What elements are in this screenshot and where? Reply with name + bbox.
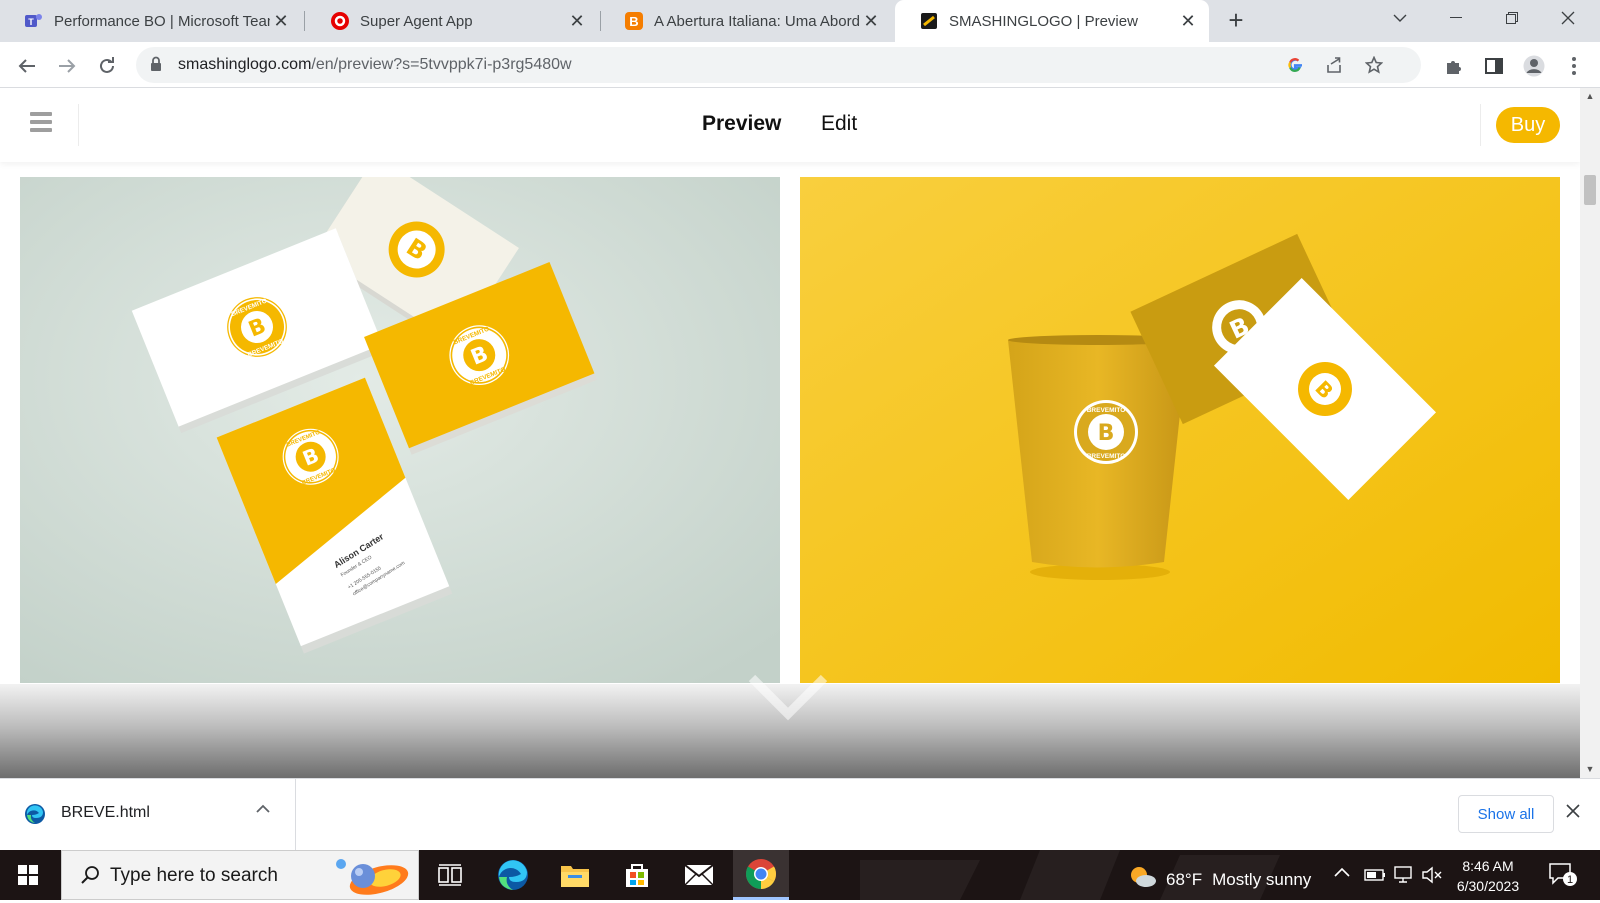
tab-super-agent[interactable]: Super Agent App ✕: [306, 0, 598, 42]
url-domain: smashinglogo.com: [178, 56, 312, 73]
tab-strip: T Performance BO | Microsoft Teams ✕ Sup…: [0, 0, 1600, 42]
smashinglogo-icon: [919, 11, 939, 31]
cup-mockup[interactable]: B BREVEMITO BREVEMITO B B: [800, 177, 1560, 683]
page-scrollbar[interactable]: ▲ ▼: [1580, 88, 1600, 778]
back-arrow-icon[interactable]: [11, 50, 43, 82]
weather-temperature: 68°F: [1166, 869, 1203, 889]
network-icon[interactable]: [1394, 866, 1416, 887]
notification-count: 1: [1567, 874, 1573, 886]
tab-abertura[interactable]: B A Abertura Italiana: Uma Abordagem ✕: [600, 0, 892, 42]
share-icon[interactable]: [1324, 55, 1344, 75]
profile-avatar-icon[interactable]: [1522, 54, 1546, 78]
search-placeholder: Type here to search: [110, 865, 278, 886]
nav-edit[interactable]: Edit: [821, 112, 857, 136]
scroll-down-chevron-icon[interactable]: [748, 670, 828, 730]
mail-icon[interactable]: [671, 850, 727, 900]
page-viewport: Preview Edit Buy B BREVEMITO BREVEMITO: [0, 88, 1580, 778]
tab-title: SMASHINGLOGO | Preview: [949, 12, 1138, 30]
battery-icon[interactable]: [1364, 868, 1386, 885]
side-panel-icon[interactable]: [1482, 54, 1506, 78]
blogger-icon: B: [624, 11, 644, 31]
scroll-up-arrow-icon[interactable]: ▲: [1584, 91, 1596, 103]
header-divider: [78, 104, 79, 146]
download-file-name: BREVE.html: [61, 804, 150, 821]
taskbar-search[interactable]: Type here to search: [61, 850, 419, 900]
business-cards-mockup[interactable]: B BREVEMITO BREVEMITO B BREVEMITO BREVEM…: [20, 177, 780, 683]
download-bar: BREVE.html Show all: [0, 778, 1600, 851]
system-clock[interactable]: 8:46 AM 6/30/2023: [1448, 856, 1528, 896]
svg-text:T: T: [28, 17, 34, 27]
svg-text:BREVEMITO: BREVEMITO: [1087, 407, 1126, 414]
lock-icon[interactable]: [150, 56, 162, 77]
svg-text:BREVEMITO: BREVEMITO: [1087, 453, 1126, 460]
edge-file-icon: [24, 803, 46, 830]
extensions-puzzle-icon[interactable]: [1442, 54, 1466, 78]
header-divider: [1480, 104, 1481, 146]
close-icon[interactable]: ✕: [270, 10, 292, 32]
chevron-up-icon[interactable]: [256, 801, 270, 819]
close-icon[interactable]: [1566, 801, 1580, 824]
file-explorer-icon[interactable]: [547, 850, 603, 900]
teams-icon: T: [24, 11, 44, 31]
hamburger-menu-icon[interactable]: [30, 112, 52, 136]
close-icon[interactable]: ✕: [860, 10, 882, 32]
url-text: smashinglogo.com/en/preview?s=5tvvppk7i-…: [178, 56, 572, 74]
tab-title: Super Agent App: [360, 12, 473, 30]
clock-date: 6/30/2023: [1456, 878, 1520, 894]
close-window-button[interactable]: [1540, 0, 1596, 36]
forward-arrow-icon[interactable]: [51, 50, 83, 82]
weather-widget[interactable]: 68°F Mostly sunny: [1128, 864, 1311, 895]
site-header: Preview Edit Buy: [0, 88, 1580, 162]
clock-time: 8:46 AM: [1462, 858, 1514, 874]
browser-toolbar: smashinglogo.com/en/preview?s=5tvvppk7i-…: [0, 42, 1600, 88]
svg-text:B: B: [629, 14, 638, 29]
close-icon[interactable]: ✕: [566, 10, 588, 32]
chrome-icon[interactable]: [733, 850, 789, 900]
scrollbar-thumb[interactable]: [1584, 175, 1596, 205]
tab-search-chevron-icon[interactable]: [1372, 0, 1428, 36]
tab-title: Performance BO | Microsoft Teams: [54, 12, 270, 30]
notification-center-icon[interactable]: 1: [1548, 862, 1578, 893]
show-all-button[interactable]: Show all: [1458, 795, 1554, 833]
google-icon[interactable]: [1285, 55, 1305, 75]
svg-text:B: B: [1098, 421, 1115, 446]
tab-smashinglogo[interactable]: SMASHINGLOGO | Preview ✕: [895, 0, 1209, 42]
search-icon: [80, 865, 100, 890]
microsoft-store-icon[interactable]: [609, 850, 665, 900]
windows-start-icon[interactable]: [18, 865, 38, 885]
minimize-button[interactable]: [1428, 0, 1484, 36]
download-item[interactable]: BREVE.html: [0, 779, 296, 851]
speaker-muted-icon[interactable]: [1422, 866, 1444, 887]
nav-preview[interactable]: Preview: [702, 112, 781, 136]
buy-button[interactable]: Buy: [1496, 107, 1560, 143]
chevron-up-icon[interactable]: [1334, 865, 1350, 881]
tab-teams[interactable]: T Performance BO | Microsoft Teams ✕: [0, 0, 302, 42]
windows-taskbar: Type here to search 68°F Mostly sunny 8:…: [0, 850, 1600, 900]
scroll-down-arrow-icon[interactable]: ▼: [1584, 764, 1596, 776]
url-path: /en/preview?s=5tvvppk7i-p3rg5480w: [311, 56, 572, 73]
address-bar[interactable]: smashinglogo.com/en/preview?s=5tvvppk7i-…: [136, 47, 1421, 83]
vodafone-icon: [330, 11, 350, 31]
tab-title: A Abertura Italiana: Uma Abordagem: [654, 12, 860, 30]
restore-button[interactable]: [1484, 0, 1540, 36]
search-highlight-icon: [327, 854, 415, 903]
menu-kebab-icon[interactable]: [1562, 54, 1586, 78]
weather-condition: Mostly sunny: [1212, 869, 1312, 889]
bookmark-star-icon[interactable]: [1364, 55, 1384, 75]
reload-icon[interactable]: [91, 50, 123, 82]
tab-divider: [304, 11, 305, 31]
new-tab-button[interactable]: +: [1222, 7, 1250, 35]
partly-sunny-icon: [1128, 864, 1158, 895]
edge-icon[interactable]: [485, 850, 541, 900]
close-icon[interactable]: ✕: [1177, 10, 1199, 32]
task-view-icon[interactable]: [422, 850, 478, 900]
